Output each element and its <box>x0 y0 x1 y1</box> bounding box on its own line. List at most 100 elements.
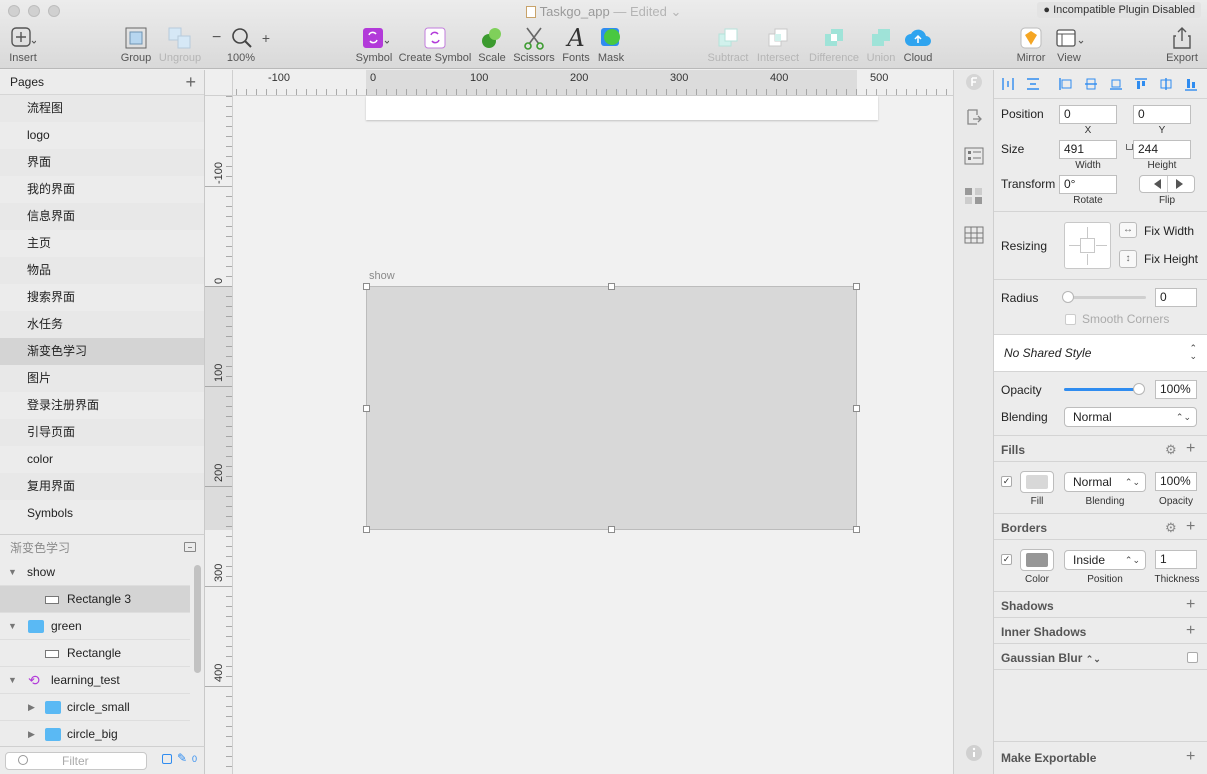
distribute-horizontal-icon[interactable] <box>1001 77 1015 91</box>
layer-row[interactable]: Rectangle <box>0 640 190 667</box>
collapse-layers-icon[interactable] <box>184 542 196 552</box>
ungroup-button[interactable]: Ungroup <box>157 24 203 64</box>
resize-handle-e[interactable] <box>853 405 860 412</box>
page-item[interactable]: 主页 <box>0 230 204 257</box>
fix-height-icon[interactable]: ↕ <box>1119 250 1137 268</box>
layer-row[interactable]: Rectangle 3 <box>0 586 190 613</box>
vertical-ruler[interactable]: -100 0 100 200 300 400 <box>205 96 233 774</box>
fills-settings-icon[interactable]: ⚙ <box>1165 442 1177 458</box>
page-item[interactable]: 信息界面 <box>0 203 204 230</box>
add-page-icon[interactable]: + <box>185 72 196 93</box>
page-item[interactable]: 搜索界面 <box>0 284 204 311</box>
symbol-button[interactable]: Symbol <box>354 24 394 64</box>
opacity-slider-knob[interactable] <box>1133 383 1145 395</box>
page-item[interactable]: 登录注册界面 <box>0 392 204 419</box>
layer-row[interactable]: ▶ circle_small <box>0 694 190 721</box>
height-input[interactable]: 244 <box>1133 140 1191 159</box>
chevron-down-icon[interactable]: ⌄ <box>667 4 681 19</box>
add-fill-icon[interactable]: + <box>1186 441 1195 457</box>
page-item[interactable]: 水任务 <box>0 311 204 338</box>
intersect-button[interactable]: Intersect <box>754 24 802 64</box>
layer-row[interactable]: ▼ green <box>0 613 190 640</box>
mirror-button[interactable]: Mirror <box>1012 24 1050 64</box>
add-inner-shadow-icon[interactable]: + <box>1186 623 1195 639</box>
opacity-input[interactable]: 100% <box>1155 380 1197 399</box>
page-item[interactable]: 物品 <box>0 257 204 284</box>
create-symbol-button[interactable]: Create Symbol <box>398 24 472 64</box>
scissors-button[interactable]: Scissors <box>512 24 556 64</box>
resize-handle-nw[interactable] <box>363 283 370 290</box>
gaussian-blur-select[interactable]: Gaussian Blur ⌃⌄ <box>1001 651 1101 665</box>
selected-rectangle[interactable] <box>363 283 860 533</box>
info-icon[interactable] <box>965 744 983 762</box>
layers-scrollbar[interactable] <box>194 565 201 673</box>
horizontal-ruler[interactable]: -100 0 100 200 300 400 500 <box>233 70 953 96</box>
y-input[interactable]: 0 <box>1133 105 1191 124</box>
page-item[interactable]: color <box>0 446 204 473</box>
plugin-status-badge[interactable]: ● Incompatible Plugin Disabled <box>1037 2 1201 18</box>
page-item[interactable]: Symbols <box>0 500 204 527</box>
symbol-filter-icon[interactable] <box>162 754 172 764</box>
add-shadow-icon[interactable]: + <box>1186 597 1195 613</box>
disclosure-open-icon[interactable]: ▼ <box>8 667 17 694</box>
zoom-control[interactable]: − + 100% <box>212 24 270 64</box>
union-button[interactable]: Union <box>864 24 898 64</box>
resize-handle-sw[interactable] <box>363 526 370 533</box>
border-position-select[interactable]: Inside ⌃⌄ <box>1064 550 1146 570</box>
page-item[interactable]: 界面 <box>0 149 204 176</box>
radius-slider-knob[interactable] <box>1062 291 1074 303</box>
resize-handle-s[interactable] <box>608 526 615 533</box>
fill-enabled-checkbox[interactable]: ✓ <box>1001 476 1012 487</box>
page-item[interactable]: 我的界面 <box>0 176 204 203</box>
blending-select[interactable]: Normal ⌃⌄ <box>1064 407 1197 427</box>
style-list-icon[interactable] <box>964 147 984 165</box>
align-horizontal-center-icon[interactable] <box>1084 77 1098 91</box>
shared-style-select[interactable]: No Shared Style ⌃ ⌄ <box>994 335 1207 371</box>
radius-slider[interactable] <box>1062 291 1146 303</box>
smooth-corners-checkbox[interactable] <box>1065 314 1076 325</box>
opacity-slider[interactable] <box>1064 383 1145 395</box>
plugin-f-icon[interactable] <box>965 73 983 91</box>
rotate-input[interactable]: 0° <box>1059 175 1117 194</box>
fill-blending-select[interactable]: Normal ⌃⌄ <box>1064 472 1146 492</box>
lock-icon[interactable] <box>1126 144 1133 150</box>
border-color-swatch[interactable] <box>1020 549 1054 571</box>
fix-width-icon[interactable]: ↔ <box>1119 222 1137 238</box>
resizing-widget[interactable] <box>1064 222 1111 269</box>
flip-vertical-icon[interactable] <box>1176 179 1183 189</box>
page-item[interactable]: 复用界面 <box>0 473 204 500</box>
insert-button[interactable]: Insert <box>6 24 40 64</box>
width-input[interactable]: 491 <box>1059 140 1117 159</box>
view-button[interactable]: View <box>1052 24 1086 64</box>
add-export-icon[interactable]: + <box>1186 749 1195 765</box>
page-item[interactable]: logo <box>0 122 204 149</box>
zoom-out-button[interactable]: − <box>212 29 221 47</box>
layer-row[interactable]: ▼ ⟲ learning_test <box>0 667 190 694</box>
distribute-vertical-icon[interactable] <box>1026 77 1040 91</box>
artboard-above[interactable] <box>366 96 878 120</box>
grid-table-icon[interactable] <box>964 226 984 244</box>
export-button[interactable]: Export <box>1164 24 1200 64</box>
flip-horizontal-icon[interactable] <box>1154 179 1161 189</box>
disclosure-open-icon[interactable]: ▼ <box>8 559 17 586</box>
page-item[interactable]: 流程图 <box>0 95 204 122</box>
resize-handle-n[interactable] <box>608 283 615 290</box>
canvas[interactable]: -100 0 100 200 300 400 500 -100 0 100 200 300 400 s… <box>205 70 953 774</box>
align-right-icon[interactable] <box>1109 77 1123 91</box>
disclosure-closed-icon[interactable]: ▶ <box>28 721 35 748</box>
page-item[interactable]: 渐变色学习 <box>0 338 204 365</box>
radius-input[interactable]: 0 <box>1155 288 1197 307</box>
fix-height-label[interactable]: Fix Height <box>1144 252 1198 266</box>
fonts-button[interactable]: A Fonts <box>560 24 592 64</box>
align-vertical-center-icon[interactable] <box>1159 77 1173 91</box>
artboard-title[interactable]: show <box>369 270 395 282</box>
zoom-in-button[interactable]: + <box>262 30 270 46</box>
x-input[interactable]: 0 <box>1059 105 1117 124</box>
align-bottom-icon[interactable] <box>1184 77 1198 91</box>
fill-color-swatch[interactable] <box>1020 471 1054 493</box>
group-button[interactable]: Group <box>118 24 154 64</box>
fix-width-label[interactable]: Fix Width <box>1144 224 1194 238</box>
add-border-icon[interactable]: + <box>1186 519 1195 535</box>
cloud-button[interactable]: Cloud <box>901 24 935 64</box>
border-thickness-input[interactable]: 1 <box>1155 550 1197 569</box>
